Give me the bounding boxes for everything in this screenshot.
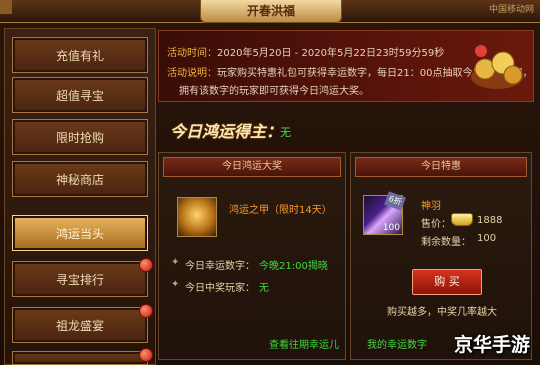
sidebar-item-label: 充值有礼 bbox=[55, 49, 104, 63]
game-window: 开春洪福 中国移动网 充值有礼 超值寻宝 限时抢购 神秘商店 鸿运当头 寻宝排行… bbox=[0, 0, 540, 365]
lucky-winner-title: 今日鸿运得主： bbox=[170, 122, 283, 141]
buy-hint: 购买越多，中奖几率越大 bbox=[387, 307, 497, 318]
sidebar-item-treasure[interactable]: 超值寻宝 bbox=[12, 77, 148, 113]
title-bar: 开春洪福 中国移动网 bbox=[0, 0, 540, 23]
sidebar-item-label: 寻宝排行 bbox=[55, 273, 104, 287]
event-info-box: 活动时间：2020年5月20日 - 2020年5月22日23时59分59秒 活动… bbox=[158, 30, 534, 102]
event-desc-line2: 拥有该数字的玩家即可获得今日鸿运大奖。 bbox=[179, 86, 369, 97]
discount-tag: 6折 bbox=[384, 191, 406, 211]
sidebar-item-label: 限时抢购 bbox=[55, 131, 104, 145]
sidebar-item-lucky-star[interactable]: 鸿运当头 bbox=[12, 215, 148, 251]
lucky-number-label: 今日幸运数字： bbox=[185, 261, 255, 272]
deal-panel-header: 今日特惠 bbox=[355, 157, 527, 177]
winner-value: 无 bbox=[259, 283, 269, 294]
sidebar-item-label: 祖龙盛宴 bbox=[55, 319, 104, 333]
sidebar: 充值有礼 超值寻宝 限时抢购 神秘商店 鸿运当头 寻宝排行 祖龙盛宴 bbox=[4, 28, 156, 365]
my-lucky-numbers-link[interactable]: 我的幸运数字 bbox=[367, 336, 427, 351]
lucky-winner-header: 今日鸿运得主： 无 bbox=[158, 108, 532, 152]
sidebar-item-flash-sale[interactable]: 限时抢购 bbox=[12, 119, 148, 155]
event-time-label: 活动时间： bbox=[167, 48, 217, 59]
sidebar-item-recharge[interactable]: 充值有礼 bbox=[12, 37, 148, 73]
stock-value: 100 bbox=[477, 233, 497, 244]
gold-coins-icon bbox=[471, 45, 523, 89]
lucky-winner-value: 无 bbox=[280, 126, 291, 139]
sidebar-item-ranking[interactable]: 寻宝排行 bbox=[12, 258, 153, 297]
deal-item-name: 神羽 bbox=[421, 201, 441, 212]
stock-label: 剩余数量： bbox=[421, 237, 471, 248]
event-time: 活动时间：2020年5月20日 - 2020年5月22日23时59分59秒 bbox=[167, 44, 444, 59]
price-value: 1888 bbox=[477, 215, 503, 226]
prize-panel: 今日鸿运大奖 鸿运之甲（限时14天） ✦ 今日幸运数字： 今晚21:00揭晓 ✦… bbox=[158, 152, 346, 360]
event-desc-label: 活动说明： bbox=[167, 68, 217, 79]
price-label: 售价： bbox=[421, 219, 451, 230]
winner-label: 今日中奖玩家： bbox=[185, 283, 255, 294]
sidebar-item-label: 超值寻宝 bbox=[55, 89, 104, 103]
gold-ingot-icon bbox=[451, 213, 473, 226]
prize-item-name: 鸿运之甲（限时14天） bbox=[229, 205, 332, 216]
prize-panel-header: 今日鸿运大奖 bbox=[163, 157, 341, 177]
window-title: 开春洪福 bbox=[200, 0, 342, 23]
sidebar-item-label: 神秘商店 bbox=[55, 173, 104, 187]
event-time-value: 2020年5月20日 - 2020年5月22日23时59分59秒 bbox=[217, 48, 445, 59]
bullet-icon: ✦ bbox=[171, 257, 180, 268]
buy-button[interactable]: 购 买 bbox=[412, 269, 482, 295]
notification-dot bbox=[139, 304, 153, 318]
feather-item-icon[interactable]: 6折 100 bbox=[363, 191, 406, 235]
sidebar-item-feast[interactable]: 祖龙盛宴 bbox=[12, 304, 153, 343]
deal-panel: 今日特惠 6折 100 神羽 售价： 1888 剩余数量： 100 购 买 购买… bbox=[350, 152, 532, 360]
corner-text: 中国移动网 bbox=[488, 5, 534, 15]
notification-dot bbox=[139, 258, 153, 272]
sidebar-item-label: 鸿运当头 bbox=[55, 227, 104, 241]
corner-ornament bbox=[0, 0, 12, 14]
item-count: 100 bbox=[382, 223, 400, 233]
lucky-number-value: 今晚21:00揭晓 bbox=[259, 261, 328, 272]
armor-item-icon[interactable] bbox=[177, 197, 217, 237]
bullet-icon: ✦ bbox=[171, 279, 180, 290]
past-winners-link[interactable]: 查看往期幸运儿 bbox=[269, 336, 339, 351]
watermark-text: 京华手游 bbox=[453, 334, 530, 356]
notification-dot bbox=[139, 348, 153, 362]
sidebar-item-mystery-shop[interactable]: 神秘商店 bbox=[12, 161, 148, 197]
